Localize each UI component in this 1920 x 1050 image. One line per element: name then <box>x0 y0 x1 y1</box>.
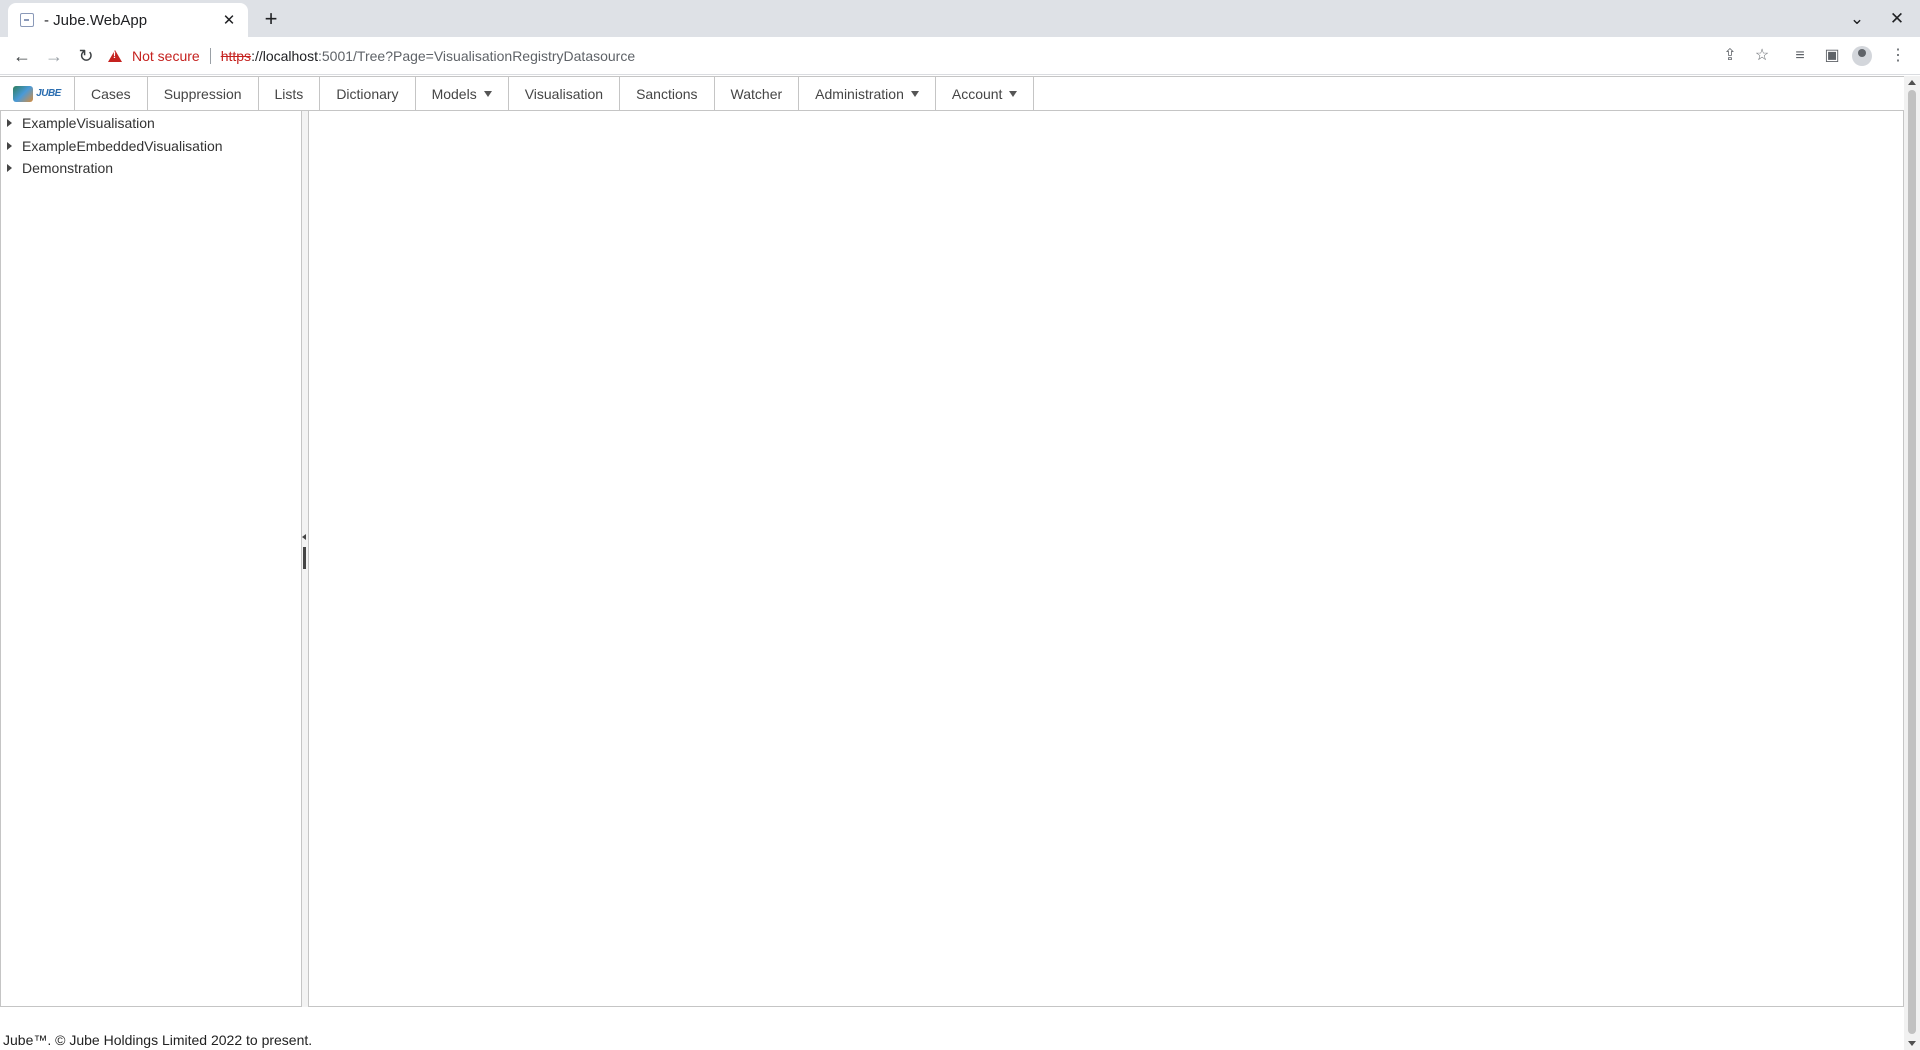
media-icon[interactable]: ≡ <box>1786 42 1814 70</box>
tree-node[interactable]: ExampleEmbeddedVisualisation <box>1 135 223 157</box>
omnibox-divider <box>209 48 211 64</box>
window-close-icon[interactable]: ✕ <box>1884 6 1910 32</box>
side-panel-icon[interactable]: ▣ <box>1818 42 1846 70</box>
menu-administration[interactable]: Administration <box>799 77 936 110</box>
logo-text: JUBE <box>36 88 61 99</box>
address-bar[interactable]: Not secure https://localhost:5001/Tree?P… <box>108 41 1718 71</box>
menu-visualisation[interactable]: Visualisation <box>509 77 621 110</box>
warning-icon <box>108 50 122 62</box>
scroll-down-icon[interactable] <box>1908 1041 1916 1046</box>
more-icon[interactable]: ⋮ <box>1884 42 1912 70</box>
menu-label: Cases <box>91 85 131 102</box>
menu-sanctions[interactable]: Sanctions <box>620 77 715 110</box>
url-scheme: https <box>220 48 252 64</box>
app-menu-bar: JUBE Cases Suppression Lists Dictionary … <box>0 76 1904 111</box>
menu-label: Visualisation <box>524 85 604 102</box>
panel-splitter[interactable] <box>301 111 309 1007</box>
menu-label: Dictionary <box>336 85 399 102</box>
star-icon[interactable]: ☆ <box>1748 42 1776 70</box>
tree-node[interactable]: ExampleVisualisation <box>1 112 155 134</box>
page-favicon-icon <box>20 13 34 27</box>
tree-node-label: Demonstration <box>22 160 114 176</box>
menu-dictionary[interactable]: Dictionary <box>320 77 416 110</box>
scroll-up-icon[interactable] <box>1908 80 1916 85</box>
menu-label: Account <box>951 85 1003 102</box>
tree-node-label: ExampleEmbeddedVisualisation <box>22 138 223 154</box>
url-path: :5001/Tree?Page=VisualisationRegistryDat… <box>318 48 636 64</box>
menu-account[interactable]: Account <box>936 77 1035 110</box>
tree-node-label: ExampleVisualisation <box>22 115 155 131</box>
scrollbar-thumb[interactable] <box>1908 90 1916 1034</box>
browser-tab[interactable]: - Jube.WebApp ✕ <box>8 3 248 37</box>
menu-label: Suppression <box>163 85 242 102</box>
splitter-handle[interactable] <box>303 547 306 569</box>
menu-suppression[interactable]: Suppression <box>148 77 259 110</box>
caret-down-icon <box>483 90 492 97</box>
expand-arrow-icon[interactable] <box>7 119 12 127</box>
expand-arrow-icon[interactable] <box>7 142 12 150</box>
jube-logo[interactable]: JUBE <box>0 77 75 110</box>
menu-label: Watcher <box>730 85 783 102</box>
tab-close-icon[interactable]: ✕ <box>220 11 238 29</box>
caret-down-icon <box>1009 90 1018 97</box>
menu-cases[interactable]: Cases <box>75 77 148 110</box>
menu-label: Administration <box>815 85 904 102</box>
reload-icon[interactable]: ↻ <box>72 42 100 70</box>
menu-models[interactable]: Models <box>416 77 509 110</box>
page-scrollbar[interactable] <box>1904 76 1920 1050</box>
tree-node[interactable]: Demonstration <box>1 157 113 179</box>
url-host: ://localhost <box>251 48 318 64</box>
expand-arrow-icon[interactable] <box>7 164 12 172</box>
collapse-arrow-icon[interactable] <box>302 534 306 540</box>
browser-toolbar: ← → ↻ Not secure https://localhost:5001/… <box>0 37 1920 75</box>
url-text[interactable]: https://localhost:5001/Tree?Page=Visuali… <box>221 48 635 64</box>
content-panel <box>309 111 1904 1007</box>
caret-down-icon <box>910 90 919 97</box>
share-icon[interactable]: ⇪ <box>1716 42 1744 70</box>
browser-tabstrip: - Jube.WebApp ✕ + ⌄ ✕ <box>0 0 1920 37</box>
menu-label: Sanctions <box>636 85 698 102</box>
new-tab-button[interactable]: + <box>258 6 284 32</box>
security-status[interactable]: Not secure <box>132 48 200 64</box>
menu-label: Models <box>431 85 477 102</box>
forward-icon[interactable]: → <box>40 42 68 70</box>
back-icon[interactable]: ← <box>8 42 36 70</box>
profile-icon[interactable] <box>1852 46 1872 66</box>
menu-label: Lists <box>274 85 304 102</box>
menu-lists[interactable]: Lists <box>259 77 321 110</box>
footer-copyright: Jube™. © Jube Holdings Limited 2022 to p… <box>3 1032 313 1048</box>
tab-title: - Jube.WebApp <box>44 11 148 29</box>
menu-watcher[interactable]: Watcher <box>715 77 800 110</box>
tab-search-icon[interactable]: ⌄ <box>1844 6 1870 32</box>
logo-mark-icon <box>13 85 34 102</box>
tree-panel: ExampleVisualisation ExampleEmbeddedVisu… <box>0 111 301 1007</box>
